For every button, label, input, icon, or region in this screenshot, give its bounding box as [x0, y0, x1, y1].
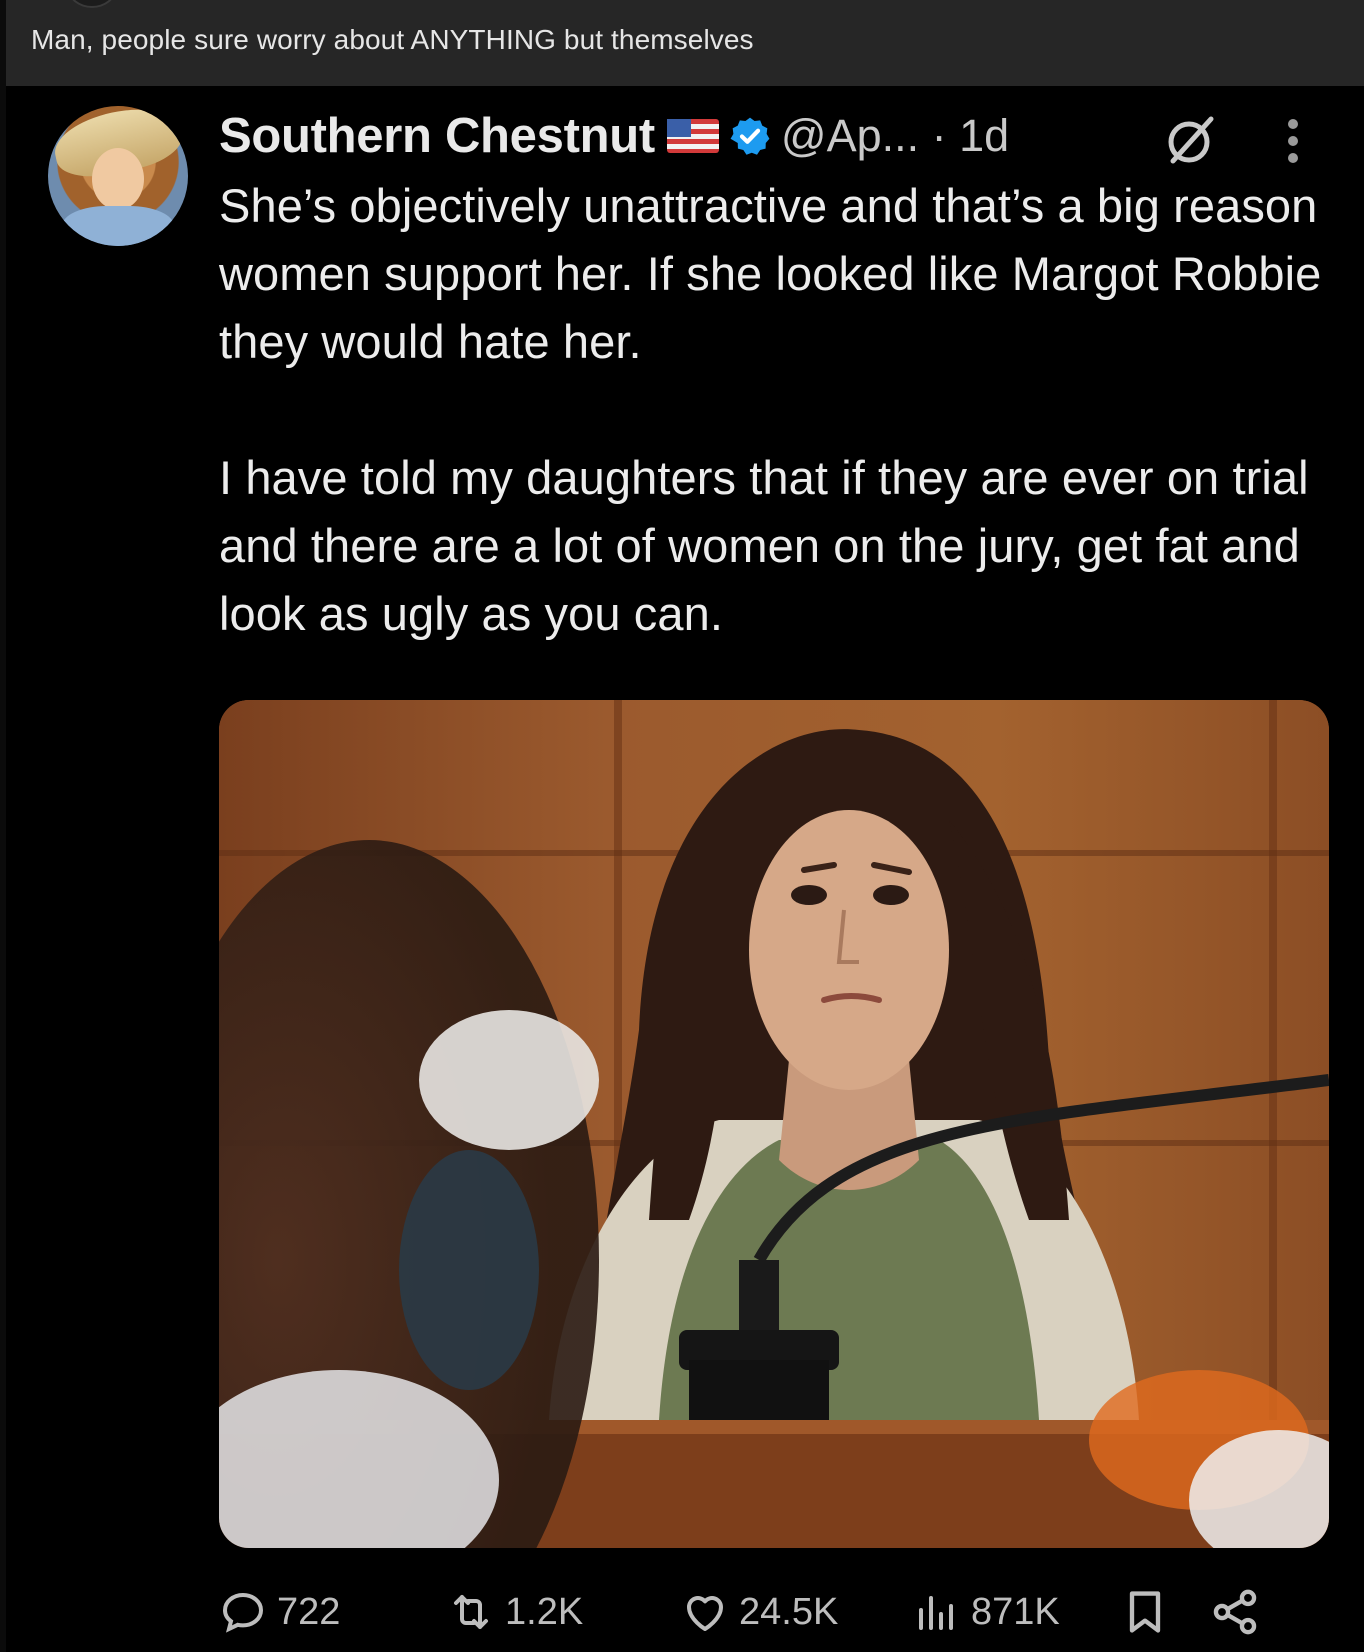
views-button[interactable]: 871K: [913, 1584, 1060, 1640]
views-count: 871K: [971, 1590, 1060, 1633]
tweet-actions-bar: 722 1.2K 24.5K 871K: [219, 1584, 1339, 1640]
avatar-shirt: [62, 206, 174, 246]
repost-icon: [454, 1595, 488, 1629]
tweet-text: She’s objectively unattractive and that’…: [219, 172, 1329, 648]
like-count: 24.5K: [739, 1590, 839, 1633]
author-handle-and-timestamp[interactable]: @Ap... · 1d: [781, 110, 1009, 162]
screenshot: Man, people sure worry about ANYTHING bu…: [0, 0, 1364, 1652]
verified-badge-icon: [730, 117, 770, 155]
bookmark-icon[interactable]: [1119, 1586, 1171, 1638]
views-chart-icon: [919, 1596, 953, 1630]
tweet-header: Southern Chestnut @Ap... · 1d: [219, 108, 1009, 164]
like-button[interactable]: 24.5K: [681, 1584, 838, 1640]
author-display-name[interactable]: Southern Chestnut: [219, 108, 655, 164]
grok-icon[interactable]: [1161, 111, 1219, 169]
us-flag-icon: [666, 119, 719, 153]
heart-icon: [687, 1596, 723, 1631]
avatar-face: [92, 148, 144, 210]
tweet-paragraph: She’s objectively unattractive and that’…: [219, 179, 1322, 368]
reply-icon: [222, 1592, 264, 1633]
poster-avatar-partial: [68, 0, 116, 8]
courtroom-photo-illustration: [219, 700, 1329, 1548]
tweet-photo[interactable]: [219, 700, 1329, 1548]
post-caption-bar: Man, people sure worry about ANYTHING bu…: [6, 0, 1364, 86]
post-caption: Man, people sure worry about ANYTHING bu…: [31, 24, 754, 55]
repost-count: 1.2K: [505, 1590, 584, 1633]
more-vertical-icon[interactable]: [1286, 118, 1300, 164]
share-icon[interactable]: [1209, 1586, 1261, 1638]
tweet-paragraph: I have told my daughters that if they ar…: [219, 451, 1309, 640]
repost-button[interactable]: 1.2K: [447, 1584, 583, 1640]
reply-button[interactable]: 722: [219, 1584, 340, 1640]
tweet-card[interactable]: Southern Chestnut @Ap... · 1d She’s obje…: [6, 86, 1364, 1652]
author-avatar[interactable]: [48, 106, 188, 246]
reply-count: 722: [277, 1590, 341, 1633]
